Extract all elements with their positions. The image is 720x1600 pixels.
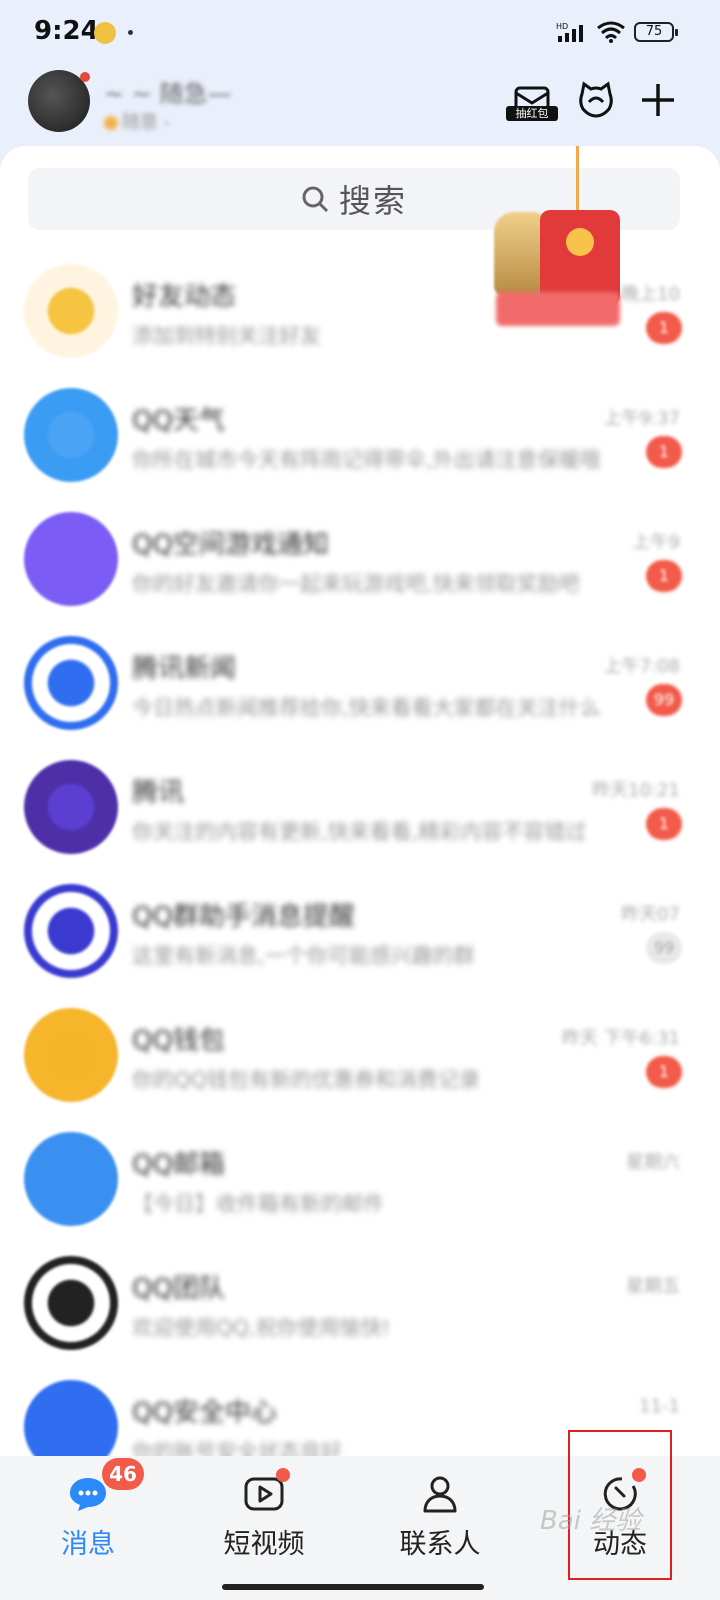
conversation-avatar — [24, 1380, 118, 1456]
conversation-title: 好友动态 — [132, 282, 237, 312]
notification-dot-icon — [128, 30, 133, 35]
conversation-time: 11-1 — [639, 1396, 680, 1417]
conversation-title: 腾讯 — [132, 778, 185, 808]
tab-short-video-label: 短视频 — [223, 1529, 305, 1560]
person-icon — [423, 1476, 457, 1513]
svg-text:HD: HD — [556, 22, 568, 31]
conversation-avatar — [24, 884, 118, 978]
tab-messages[interactable]: 46 消息 — [18, 1458, 158, 1561]
conversation-avatar — [24, 636, 118, 730]
lucky-red-packet-button[interactable]: 抽红包 — [506, 78, 558, 124]
floating-red-packet-promo[interactable] — [494, 146, 624, 328]
conversation-preview: 你的账号安全状态良好 — [132, 1440, 342, 1456]
conversation-list: 好友动态 添加到特别关注好友 晚上10 1 QQ天气 你所在城市今天有阵雨记得带伞,外出请… — [0, 246, 720, 1456]
status-chip-icon — [104, 116, 118, 130]
conversation-title: QQ钱包 — [132, 1026, 225, 1056]
add-button[interactable] — [636, 78, 680, 122]
unread-badge: 99 — [646, 684, 682, 716]
promo-string — [576, 146, 579, 212]
unread-badge: 1 — [646, 560, 682, 592]
conversation-row[interactable]: 腾讯你关注的内容有更新,快来看看,精彩内容不容错过 昨天10:21 1 — [0, 742, 720, 866]
red-packet-label: 抽红包 — [506, 106, 558, 121]
tab-contacts-label: 联系人 — [399, 1529, 481, 1560]
unread-badge: 99 — [646, 932, 682, 964]
conversation-preview: 【今日】收件箱有新的邮件 — [132, 1192, 384, 1216]
conversation-row[interactable]: QQ团队欢迎使用QQ,祝你使用愉快! 星期五 — [0, 1238, 720, 1362]
tab-messages-label: 消息 — [61, 1529, 115, 1560]
tab-contacts[interactable]: 联系人 — [370, 1466, 510, 1561]
conversation-title: QQ空间游戏通知 — [132, 530, 329, 560]
unread-badge: 1 — [646, 436, 682, 468]
conversation-avatar — [24, 1256, 118, 1350]
conversation-avatar — [24, 760, 118, 854]
watermark: Bai 经验 — [540, 1506, 642, 1536]
conversation-title: QQ安全中心 — [132, 1398, 277, 1428]
conversation-preview: 欢迎使用QQ,祝你使用愉快! — [132, 1316, 391, 1340]
conversation-row[interactable]: QQ邮箱【今日】收件箱有新的邮件 星期六 — [0, 1114, 720, 1238]
conversation-preview: 你所在城市今天有阵雨记得带伞,外出请注意保暖哦 — [132, 448, 601, 472]
conversation-time: 晚上10 — [621, 284, 680, 305]
conversation-preview: 你的QQ钱包有新的优惠券和消费记录 — [132, 1068, 481, 1092]
conversation-row[interactable]: QQ天气你所在城市今天有阵雨记得带伞,外出请注意保暖哦 上午9:37 1 — [0, 370, 720, 494]
conversation-time: 昨天10:21 — [592, 780, 680, 801]
signal-icon: HD — [556, 22, 583, 42]
conversation-row[interactable]: QQ群助手消息提醒这里有新消息,一个你可能感兴趣的群 昨天07 99 — [0, 866, 720, 990]
mini-world-button[interactable] — [574, 78, 618, 122]
chat-bubble-icon — [70, 1478, 106, 1511]
conversation-avatar — [24, 264, 118, 358]
coin-icon — [566, 228, 594, 256]
conversation-avatar — [24, 388, 118, 482]
battery-level: 75 — [645, 24, 663, 39]
unread-badge: 1 — [646, 808, 682, 840]
conversation-title: 腾讯新闻 — [132, 654, 237, 684]
promo-banner — [496, 292, 620, 326]
conversation-preview: 今日热点新闻推荐给你,快来看看大家都在关注什么吧 — [132, 696, 602, 720]
conversation-row[interactable]: 腾讯新闻今日热点新闻推荐给你,快来看看大家都在关注什么吧 上午7:08 99 — [0, 618, 720, 742]
conversation-preview: 你关注的内容有更新,快来看看,精彩内容不容错过 — [132, 820, 587, 844]
unread-badge: 1 — [646, 312, 682, 344]
plus-icon — [642, 84, 674, 116]
conversation-preview: 这里有新消息,一个你可能感兴趣的群 — [132, 944, 475, 968]
unread-count-badge: 46 — [102, 1458, 144, 1490]
conversation-preview: 你的好友邀请你一起来玩游戏吧,快来领取奖励吧 — [132, 572, 580, 596]
conversation-avatar — [24, 1008, 118, 1102]
conversation-title: QQ团队 — [132, 1274, 225, 1304]
conversation-time: 上午9 — [632, 532, 680, 553]
home-indicator[interactable] — [222, 1584, 484, 1590]
conversation-time: 昨天 下午6:31 — [561, 1028, 680, 1049]
conversation-title: QQ天气 — [132, 406, 225, 436]
battery-icon: 75 — [634, 22, 678, 42]
nickname[interactable]: ~ ~ 随急— — [104, 74, 231, 109]
conversation-time: 星期六 — [626, 1152, 680, 1173]
conversation-time: 上午7:08 — [603, 656, 680, 677]
conversation-time: 星期五 — [626, 1276, 680, 1297]
conversation-avatar — [24, 512, 118, 606]
online-status[interactable]: 随意 - — [104, 108, 170, 134]
conversation-row[interactable]: QQ钱包你的QQ钱包有新的优惠券和消费记录 昨天 下午6:31 1 — [0, 990, 720, 1114]
unread-badge: 1 — [646, 1056, 682, 1088]
avatar-status-dot — [80, 72, 90, 82]
notification-app-icon — [94, 22, 116, 44]
online-status-text: 随意 - — [122, 112, 171, 133]
tab-short-video[interactable]: 短视频 — [194, 1466, 334, 1561]
conversation-time: 上午9:37 — [603, 408, 680, 429]
conversation-title: QQ群助手消息提醒 — [132, 902, 355, 932]
conversation-time: 昨天07 — [621, 904, 680, 925]
status-time: 9:24 — [34, 16, 99, 46]
message-list-panel: 搜索 好友动态 添加到特别关注好友 晚上10 1 QQ天气 你所在城市今天有阵雨记得带伞,… — [0, 146, 720, 1456]
search-icon — [302, 186, 329, 213]
conversation-row[interactable]: QQ空间游戏通知你的好友邀请你一起来玩游戏吧,快来领取奖励吧 上午9 1 — [0, 494, 720, 618]
wifi-icon — [597, 21, 625, 43]
cat-face-icon — [579, 81, 613, 118]
search-placeholder: 搜索 — [338, 182, 407, 220]
conversation-title: QQ邮箱 — [132, 1150, 225, 1180]
status-bar: 9:24 HD 75 — [0, 0, 720, 64]
conversation-avatar — [24, 1132, 118, 1226]
short-video-new-dot — [276, 1468, 290, 1482]
